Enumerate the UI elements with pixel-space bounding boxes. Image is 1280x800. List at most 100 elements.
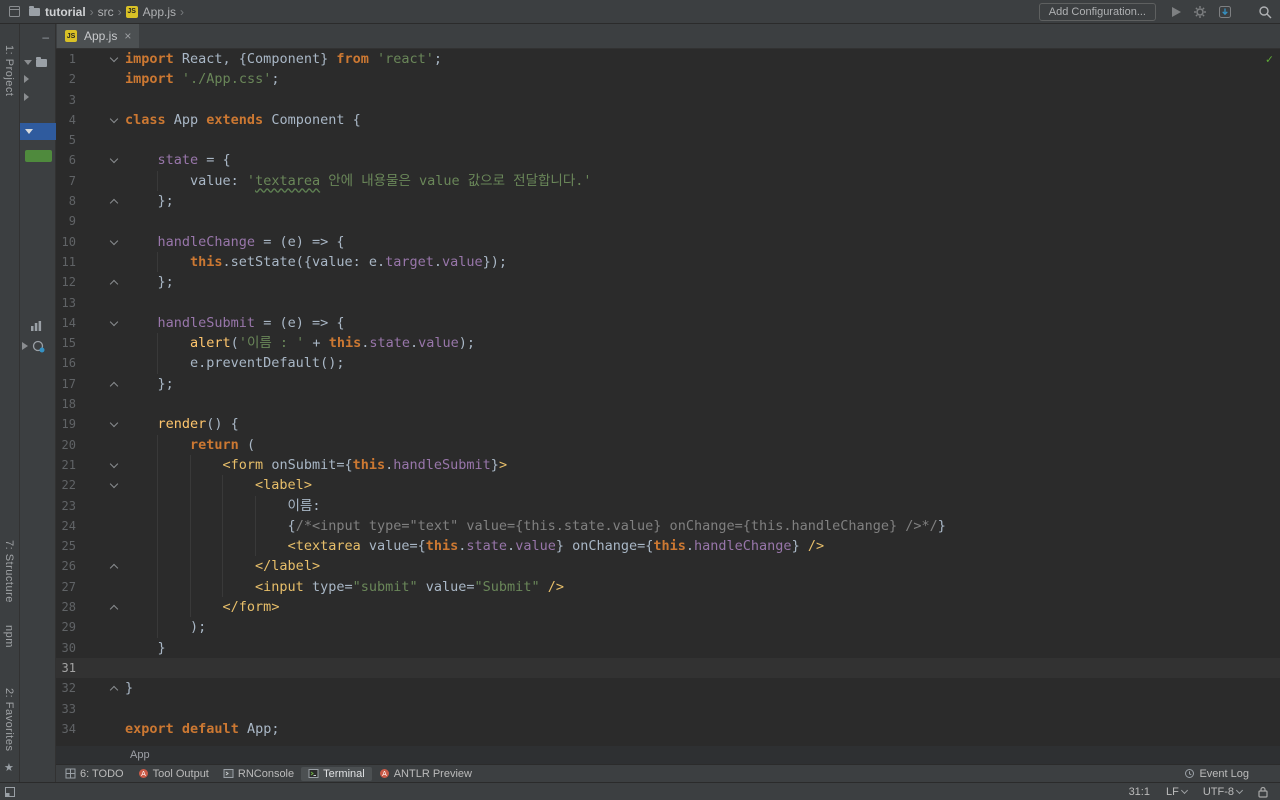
- line-number[interactable]: 27: [56, 577, 76, 597]
- code-line[interactable]: 14 handleSubmit = (e) => {: [56, 313, 1280, 333]
- code-line[interactable]: 29 );: [56, 617, 1280, 638]
- gutter-vcs-area[interactable]: [76, 556, 108, 576]
- fold-marker[interactable]: [108, 414, 122, 434]
- run-icon[interactable]: [1170, 6, 1182, 18]
- gutter-vcs-area[interactable]: [76, 69, 108, 89]
- line-separator-widget[interactable]: LF: [1166, 786, 1188, 798]
- cursor-position-widget[interactable]: 31:1: [1129, 786, 1150, 798]
- fold-marker[interactable]: [108, 374, 122, 394]
- line-number[interactable]: 1: [56, 49, 76, 69]
- gutter-vcs-area[interactable]: [76, 455, 108, 475]
- code-line[interactable]: 9: [56, 211, 1280, 231]
- code-line[interactable]: 30 }: [56, 638, 1280, 658]
- code-line[interactable]: 33: [56, 699, 1280, 719]
- line-number[interactable]: 12: [56, 272, 76, 292]
- tool-button-npm[interactable]: npm: [3, 625, 15, 648]
- gutter-vcs-area[interactable]: [76, 638, 108, 658]
- line-number[interactable]: 14: [56, 313, 76, 333]
- tool-button-tool-output[interactable]: A Tool Output: [131, 767, 216, 781]
- code-line[interactable]: 23 이름:: [56, 495, 1280, 516]
- line-number[interactable]: 20: [56, 435, 76, 455]
- gutter-vcs-area[interactable]: [76, 353, 108, 373]
- code-line[interactable]: 10 handleChange = (e) => {: [56, 232, 1280, 252]
- code-line[interactable]: 4 class App extends Component {: [56, 110, 1280, 130]
- add-configuration-button[interactable]: Add Configuration...: [1038, 2, 1156, 21]
- code-line[interactable]: 26 </label>: [56, 556, 1280, 577]
- code-line[interactable]: 19 render() {: [56, 414, 1280, 434]
- gutter-vcs-area[interactable]: [76, 475, 108, 495]
- line-number[interactable]: 29: [56, 617, 76, 637]
- line-number[interactable]: 28: [56, 597, 76, 617]
- tool-button-event-log[interactable]: Event Log: [1177, 767, 1256, 781]
- project-panel[interactable]: –: [20, 24, 56, 782]
- code-line[interactable]: 1 import React, {Component} from 'react';: [56, 49, 1280, 69]
- gutter-vcs-area[interactable]: [76, 516, 108, 536]
- gutter-vcs-area[interactable]: [76, 577, 108, 597]
- gutter-vcs-area[interactable]: [76, 171, 108, 191]
- breadcrumb-class[interactable]: App: [130, 749, 150, 761]
- line-number[interactable]: 4: [56, 110, 76, 130]
- gutter-vcs-area[interactable]: [76, 313, 108, 333]
- code-line[interactable]: 34 export default App;: [56, 719, 1280, 739]
- line-number[interactable]: 13: [56, 293, 76, 313]
- code-area[interactable]: ✓ 1 import React, {Component} from 'react…: [56, 49, 1280, 746]
- hide-panel-icon[interactable]: –: [42, 30, 49, 44]
- line-number[interactable]: 31: [56, 658, 76, 678]
- breadcrumb-file[interactable]: App.js: [143, 5, 176, 19]
- breadcrumb-src[interactable]: src: [98, 5, 114, 19]
- code-line[interactable]: 17 };: [56, 374, 1280, 394]
- code-line[interactable]: 8 };: [56, 191, 1280, 211]
- gutter-vcs-area[interactable]: [76, 699, 108, 719]
- code-line[interactable]: 12 };: [56, 272, 1280, 292]
- code-line[interactable]: 13: [56, 293, 1280, 313]
- line-number[interactable]: 24: [56, 516, 76, 536]
- gutter-vcs-area[interactable]: [76, 496, 108, 516]
- code-line[interactable]: 24 {/*<input type="text" value={this.sta…: [56, 515, 1280, 537]
- line-number[interactable]: 34: [56, 719, 76, 739]
- gutter-vcs-area[interactable]: [76, 272, 108, 292]
- tab-appjs[interactable]: JS App.js ×: [57, 24, 140, 48]
- gutter-vcs-area[interactable]: [76, 110, 108, 130]
- tree-row-root[interactable]: [24, 54, 47, 70]
- notifications-icon[interactable]: [32, 340, 45, 353]
- code-line[interactable]: 11 this.setState({value: e.target.value}…: [56, 251, 1280, 273]
- gutter-vcs-area[interactable]: [76, 435, 108, 455]
- gutter-vcs-area[interactable]: [76, 414, 108, 434]
- gutter-vcs-area[interactable]: [76, 678, 108, 698]
- code-line[interactable]: 22 <label>: [56, 475, 1280, 496]
- breadcrumb-project[interactable]: tutorial: [45, 5, 86, 19]
- code-line[interactable]: 21 <form onSubmit={this.handleSubmit}>: [56, 454, 1280, 476]
- line-number[interactable]: 6: [56, 150, 76, 170]
- gutter-vcs-area[interactable]: [76, 394, 108, 414]
- line-number[interactable]: 3: [56, 90, 76, 110]
- line-number[interactable]: 8: [56, 191, 76, 211]
- gutter-vcs-area[interactable]: [76, 333, 108, 353]
- tree-row-selected[interactable]: [20, 123, 56, 140]
- code-line[interactable]: 28 </form>: [56, 597, 1280, 618]
- gutter-vcs-area[interactable]: [76, 191, 108, 211]
- code-line[interactable]: 7 value: 'textarea 안에 내용물은 value 값으로 전달합…: [56, 170, 1280, 192]
- gutter-vcs-area[interactable]: [76, 150, 108, 170]
- line-number[interactable]: 15: [56, 333, 76, 353]
- fold-marker[interactable]: [108, 556, 122, 576]
- gutter-vcs-area[interactable]: [76, 232, 108, 252]
- gutter-vcs-area[interactable]: [76, 597, 108, 617]
- close-icon[interactable]: ×: [124, 29, 131, 43]
- code-line[interactable]: 3: [56, 90, 1280, 110]
- tool-button-rnconsole[interactable]: RNConsole: [216, 767, 301, 781]
- expanded-arrow-icon[interactable]: [24, 59, 32, 65]
- collapsed-arrow-icon[interactable]: [24, 93, 29, 101]
- tool-button-favorites[interactable]: 2: Favorites: [3, 688, 15, 751]
- favorites-star-icon[interactable]: ★: [4, 761, 14, 774]
- fold-marker[interactable]: [108, 455, 122, 475]
- code-line[interactable]: 31: [56, 657, 1280, 679]
- gutter-vcs-area[interactable]: [76, 719, 108, 739]
- collapsed-arrow-icon[interactable]: [24, 75, 29, 83]
- tool-button-project[interactable]: 1: Project: [3, 45, 15, 96]
- encoding-widget[interactable]: UTF-8: [1203, 786, 1244, 798]
- fold-marker[interactable]: [108, 49, 122, 69]
- line-number[interactable]: 18: [56, 394, 76, 414]
- code-line[interactable]: 16 e.preventDefault();: [56, 353, 1280, 374]
- tool-button-structure[interactable]: 7: Structure: [3, 540, 15, 603]
- tree-row[interactable]: [24, 71, 29, 87]
